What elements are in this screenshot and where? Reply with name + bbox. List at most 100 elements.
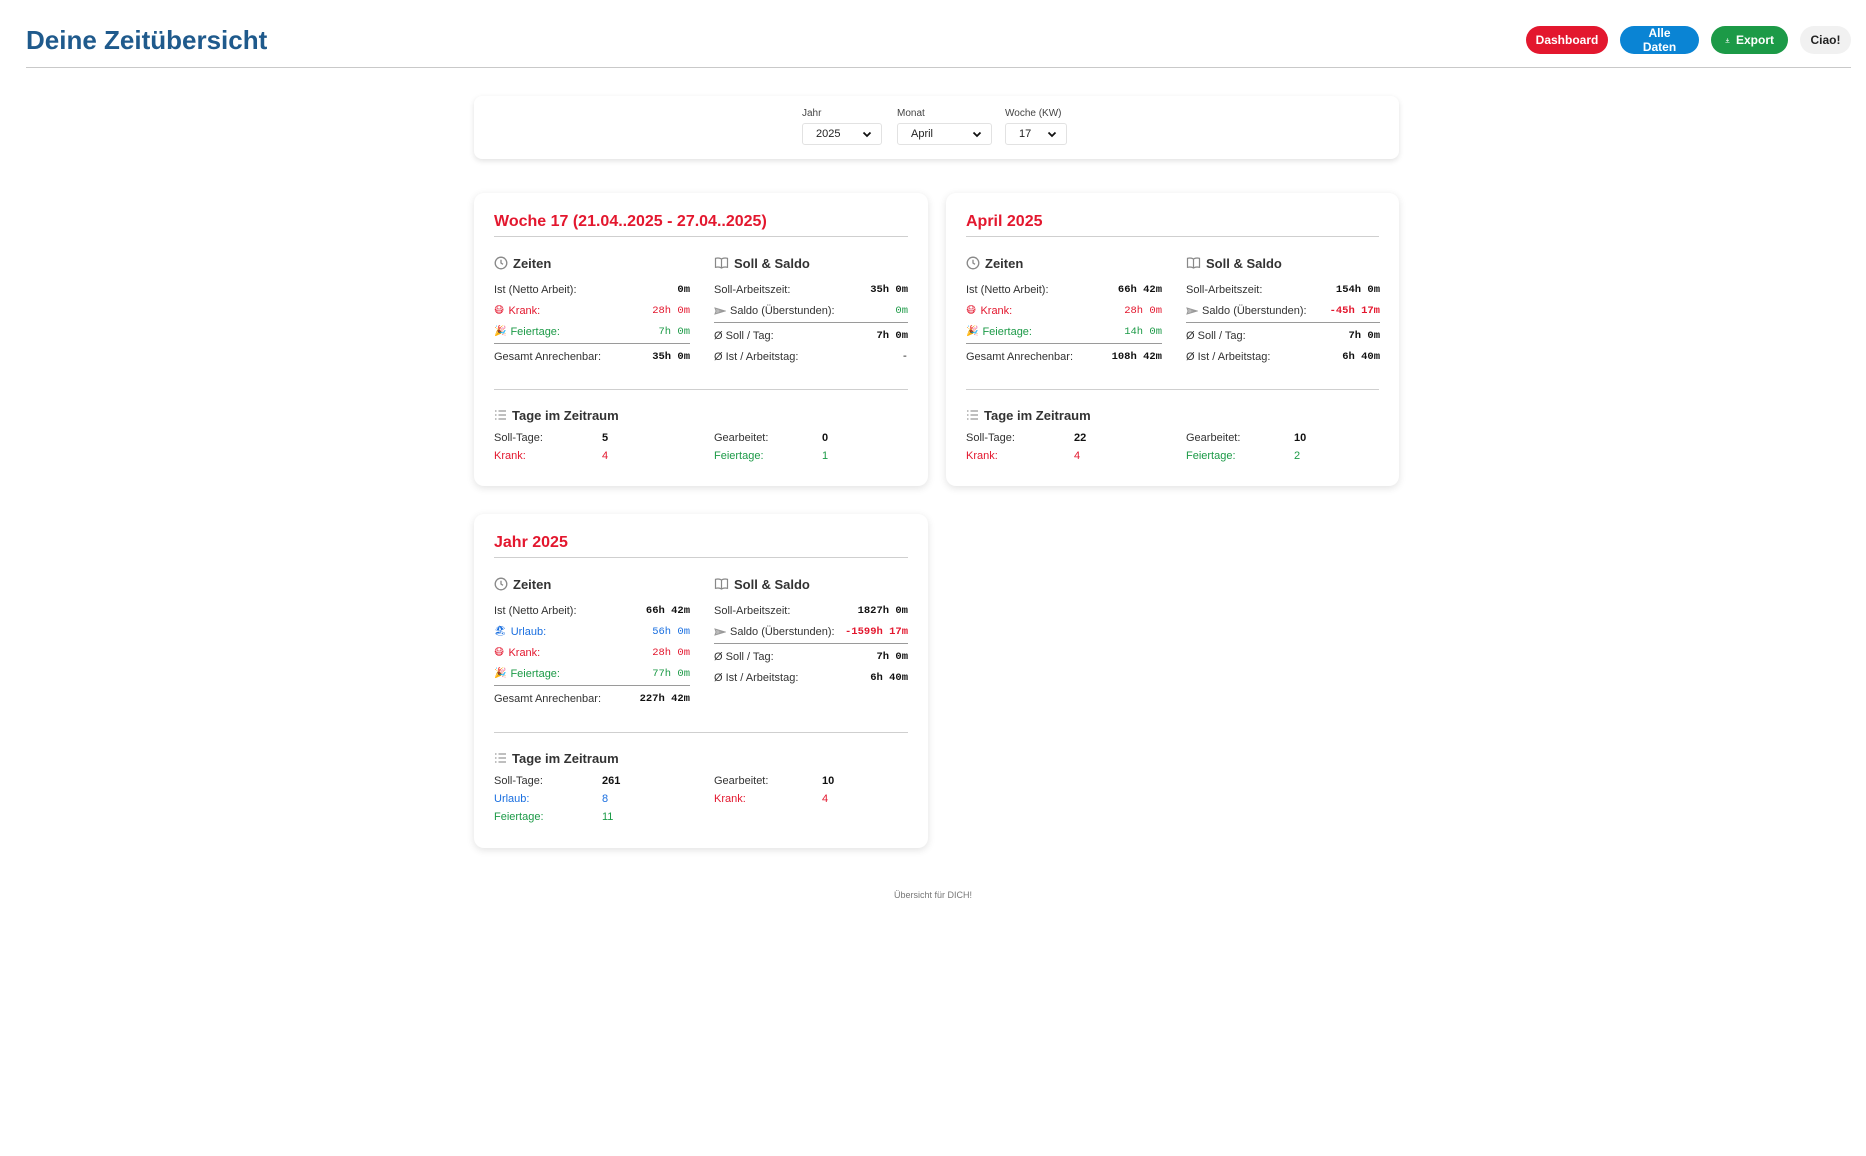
target-days-value: 261	[602, 775, 621, 787]
party-popper-icon: 🎉	[494, 667, 507, 679]
logout-button[interactable]: Ciao!	[1800, 26, 1851, 54]
chevron-down-icon	[972, 131, 982, 138]
worked-days-label: Gearbeitet:	[714, 775, 769, 787]
page-header: Deine Zeitübersicht Dashboard Alle Daten…	[26, 0, 1851, 68]
header-nav: Dashboard Alle Daten Export Ciao!	[1526, 26, 1851, 54]
year-label: Jahr	[802, 108, 822, 119]
target-days-label: Soll-Tage:	[494, 432, 543, 444]
sick-label-text: Krank:	[980, 304, 1013, 317]
holiday-days-value: 1	[822, 450, 829, 462]
actual-value: 0m	[677, 283, 690, 296]
month-select[interactable]: April	[897, 123, 992, 145]
holidays-row: 🎉 Feiertage: 77h 0m	[494, 663, 690, 684]
avg-actual-label: Ø Ist / Arbeitstag:	[714, 350, 799, 363]
sick-face-icon: 😷	[966, 304, 977, 316]
holidays-label-text: Feiertage:	[510, 667, 560, 680]
avg-target-row: Ø Soll / Tag: 7h 0m	[714, 646, 908, 667]
airplane-icon	[714, 627, 726, 636]
year-select[interactable]: 2025	[802, 123, 882, 145]
balance-value: -1599h 17m	[844, 625, 908, 638]
divider	[1186, 322, 1380, 323]
avg-actual-row: Ø Ist / Arbeitstag: 6h 40m	[1186, 346, 1380, 367]
sick-row: 😷 Krank: 28h 0m	[494, 642, 690, 663]
beach-icon: 🏖	[494, 625, 507, 637]
month-label: Monat	[897, 108, 925, 119]
balance-label-text: Saldo (Überstunden):	[1202, 304, 1307, 317]
month-card: April 2025 Zeiten Ist (Netto Arbeit): 66h…	[946, 193, 1399, 486]
vacation-days-value: 8	[602, 793, 609, 805]
avg-target-value: 7h 0m	[1348, 329, 1380, 342]
sick-value: 28h 0m	[652, 304, 690, 317]
balance-row: Saldo (Überstunden): -45h 17m	[1186, 300, 1380, 321]
sick-label: 😷 Krank:	[494, 647, 540, 659]
actual-row: Ist (Netto Arbeit): 66h 42m	[494, 600, 690, 621]
chevron-down-icon	[1047, 131, 1057, 138]
actual-row: Ist (Netto Arbeit): 0m	[494, 279, 690, 300]
balance-label: Saldo (Überstunden):	[1186, 305, 1307, 317]
party-popper-icon: 🎉	[966, 325, 979, 337]
holidays-row: 🎉 Feiertage: 7h 0m	[494, 321, 690, 342]
avg-actual-row: Ø Ist / Arbeitstag: 6h 40m	[714, 667, 908, 688]
all-data-button[interactable]: Alle Daten	[1620, 26, 1699, 54]
sick-days-label: Krank:	[714, 793, 746, 805]
times-section: Zeiten Ist (Netto Arbeit): 66h 42m 🏖 Urlau…	[494, 576, 690, 709]
days-grid: Soll-Tage: 261 Gearbeitet: 10 Urlaub: 8 …	[494, 775, 908, 823]
list-icon	[495, 410, 506, 420]
download-icon	[1725, 37, 1730, 43]
times-heading: Zeiten	[966, 255, 1162, 271]
target-time-label: Soll-Arbeitszeit:	[714, 604, 791, 617]
target-time-row: Soll-Arbeitszeit: 35h 0m	[714, 279, 908, 300]
week-select[interactable]: 17	[1005, 123, 1067, 145]
sick-face-icon: 😷	[494, 304, 505, 316]
sick-days-value: 4	[1074, 450, 1081, 462]
holiday-days-label: Feiertage:	[714, 450, 764, 462]
balance-label: Saldo (Überstunden):	[714, 305, 835, 317]
filter-panel: Jahr 2025 Monat April Woche (KW) 17	[474, 96, 1399, 159]
target-days-label: Soll-Tage:	[494, 775, 543, 787]
times-heading: Zeiten	[494, 576, 690, 592]
times-heading: Zeiten	[494, 255, 690, 271]
total-row: Gesamt Anrechenbar: 108h 42m	[966, 346, 1162, 367]
days-heading: Tage im Zeitraum	[494, 407, 908, 423]
airplane-icon	[1186, 306, 1198, 315]
avg-target-label: Ø Soll / Tag:	[1186, 329, 1246, 342]
balance-label: Saldo (Überstunden):	[714, 626, 835, 638]
days-section: Tage im Zeitraum Soll-Tage: 261 Gearbeit…	[494, 750, 908, 824]
avg-actual-label: Ø Ist / Arbeitstag:	[714, 671, 799, 684]
avg-target-row: Ø Soll / Tag: 7h 0m	[714, 325, 908, 346]
total-label: Gesamt Anrechenbar:	[966, 350, 1074, 363]
sick-row: 😷 Krank: 28h 0m	[494, 300, 690, 321]
avg-actual-value: 6h 40m	[870, 671, 908, 684]
divider	[494, 236, 908, 237]
target-time-value: 1827h 0m	[857, 604, 908, 617]
actual-label: Ist (Netto Arbeit):	[494, 283, 577, 296]
sick-days-label: Krank:	[494, 450, 526, 462]
year-card-title: Jahr 2025	[494, 534, 568, 551]
sick-row: 😷 Krank: 28h 0m	[966, 300, 1162, 321]
target-time-row: Soll-Arbeitszeit: 154h 0m	[1186, 279, 1380, 300]
target-balance-heading-label: Soll & Saldo	[1206, 255, 1282, 271]
total-row: Gesamt Anrechenbar: 227h 42m	[494, 688, 690, 709]
week-card: Woche 17 (21.04..2025 - 27.04..2025) Zei…	[474, 193, 928, 486]
target-balance-heading-label: Soll & Saldo	[734, 255, 810, 271]
vacation-label-text: Urlaub:	[510, 625, 547, 638]
book-icon	[714, 257, 729, 269]
total-value: 108h 42m	[1111, 350, 1162, 363]
export-button[interactable]: Export	[1711, 26, 1788, 54]
balance-row: Saldo (Überstunden): 0m	[714, 300, 908, 321]
avg-target-row: Ø Soll / Tag: 7h 0m	[1186, 325, 1380, 346]
year-filter: Jahr 2025	[802, 108, 882, 145]
vacation-row: 🏖 Urlaub: 56h 0m	[494, 621, 690, 642]
party-popper-icon: 🎉	[494, 325, 507, 337]
target-days-value: 22	[1074, 432, 1087, 444]
holidays-label: 🎉 Feiertage:	[494, 668, 560, 680]
holiday-days-label: Feiertage:	[494, 811, 544, 823]
holiday-days-value: 2	[1294, 450, 1301, 462]
days-grid: Soll-Tage: 22 Gearbeitet: 10 Krank: 4 Fe…	[966, 432, 1380, 462]
days-heading-label: Tage im Zeitraum	[984, 407, 1091, 423]
days-heading: Tage im Zeitraum	[966, 407, 1380, 423]
dashboard-button[interactable]: Dashboard	[1526, 26, 1608, 54]
target-balance-section: Soll & Saldo Soll-Arbeitszeit: 154h 0m Sa…	[1186, 255, 1380, 367]
sick-days-value: 4	[602, 450, 609, 462]
avg-target-value: 7h 0m	[876, 329, 908, 342]
